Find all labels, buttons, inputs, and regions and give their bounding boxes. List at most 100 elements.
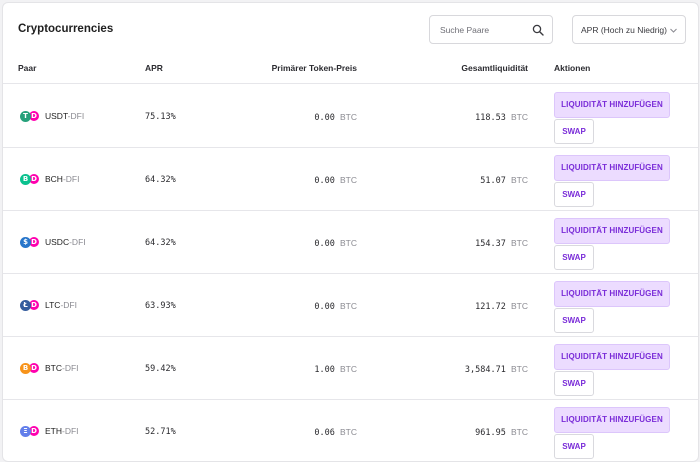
column-header-apr: APR (145, 63, 163, 73)
add-liquidity-button[interactable]: LIQUIDITÄT HINZUFÜGEN (554, 155, 670, 181)
price-cell: 1.00 BTC (314, 364, 357, 375)
panel-header: Cryptocurrencies Suche Paare APR (Hoch z… (3, 3, 698, 57)
pair-cell: B D BTC-DFI (20, 362, 79, 374)
swap-button[interactable]: SWAP (554, 245, 594, 270)
pair-quote: -DFI (67, 111, 85, 121)
pair-quote: -DFI (62, 426, 79, 436)
apr-value: 59.42% (145, 364, 176, 374)
token-coin-icon: B (20, 173, 31, 185)
swap-button[interactable]: SWAP (554, 434, 594, 459)
pair-cell: B D BCH-DFI (20, 173, 79, 185)
add-liquidity-button[interactable]: LIQUIDITÄT HINZUFÜGEN (554, 344, 670, 370)
pair-label: BTC-DFI (45, 363, 79, 373)
column-header-actions: Aktionen (554, 63, 591, 73)
swap-button[interactable]: SWAP (554, 308, 594, 333)
price-value: 0.06 (314, 428, 335, 438)
price-value: 0.00 (314, 239, 335, 249)
swap-button[interactable]: SWAP (554, 371, 594, 396)
liquidity-cell: 961.95 BTC (475, 427, 528, 438)
liquidity-cell: 121.72 BTC (475, 301, 528, 312)
liquidity-cell: 51.07 BTC (480, 175, 528, 186)
pair-cell: T D USDT-DFI (20, 110, 84, 122)
pair-token: LTC (45, 300, 61, 310)
price-unit: BTC (340, 238, 357, 248)
column-header-price: Primärer Token-Preis (271, 63, 357, 73)
liquidity-value: 121.72 (475, 302, 506, 312)
sort-selected-value: APR (Hoch zu Niedrig) (581, 25, 667, 35)
pair-label: USDT-DFI (45, 111, 84, 121)
pair-label: LTC-DFI (45, 300, 77, 310)
search-input[interactable]: Suche Paare (429, 15, 553, 44)
liquidity-cell: 118.53 BTC (475, 112, 528, 123)
add-liquidity-button[interactable]: LIQUIDITÄT HINZUFÜGEN (554, 407, 670, 433)
apr-value: 63.93% (145, 301, 176, 311)
liquidity-unit: BTC (511, 301, 528, 311)
column-header-liquidity: Gesamtliquidität (461, 63, 528, 73)
pair-token: BTC (45, 363, 62, 373)
liquidity-value: 961.95 (475, 428, 506, 438)
apr-value: 52.71% (145, 427, 176, 437)
price-unit: BTC (340, 112, 357, 122)
apr-value: 75.13% (145, 112, 176, 122)
pool-pairs-panel: Cryptocurrencies Suche Paare APR (Hoch z… (2, 2, 699, 462)
liquidity-cell: 154.37 BTC (475, 238, 528, 249)
column-header-pair: Paar (18, 63, 37, 73)
apr-value: 64.32% (145, 238, 176, 248)
table-row: Ł D LTC-DFI 63.93% 0.00 BTC 121.72 BTC L… (3, 274, 698, 337)
price-value: 0.00 (314, 302, 335, 312)
pair-token: BCH (45, 174, 63, 184)
pair-cell: $ D USDC-DFI (20, 236, 86, 248)
pair-label: ETH-DFI (45, 426, 79, 436)
price-cell: 0.00 BTC (314, 238, 357, 249)
liquidity-unit: BTC (511, 427, 528, 437)
token-coin-icon: B (20, 362, 31, 374)
swap-button[interactable]: SWAP (554, 182, 594, 207)
pair-quote: -DFI (69, 237, 86, 247)
pair-quote: -DFI (60, 300, 77, 310)
table-row: B D BTC-DFI 59.42% 1.00 BTC 3,584.71 BTC… (3, 337, 698, 400)
liquidity-unit: BTC (511, 238, 528, 248)
search-placeholder: Suche Paare (440, 25, 490, 35)
table-row: $ D USDC-DFI 64.32% 0.00 BTC 154.37 BTC … (3, 211, 698, 274)
pair-token: USDC (45, 237, 70, 247)
token-coin-icon: Ξ (20, 425, 31, 437)
liquidity-unit: BTC (511, 364, 528, 374)
price-unit: BTC (340, 364, 357, 374)
table-header: Paar APR Primärer Token-Preis Gesamtliqu… (3, 57, 698, 84)
pair-label: USDC-DFI (45, 237, 86, 247)
add-liquidity-button[interactable]: LIQUIDITÄT HINZUFÜGEN (554, 218, 670, 244)
chevron-down-icon (670, 28, 677, 33)
add-liquidity-button[interactable]: LIQUIDITÄT HINZUFÜGEN (554, 92, 670, 118)
token-coin-icon: Ł (20, 299, 31, 311)
price-value: 1.00 (314, 365, 335, 375)
pair-token: USDT (45, 111, 68, 121)
token-coin-icon: T (20, 110, 31, 122)
liquidity-cell: 3,584.71 BTC (465, 364, 528, 375)
pair-quote: -DFI (62, 174, 80, 184)
pair-cell: Ł D LTC-DFI (20, 299, 77, 311)
pair-quote: -DFI (62, 363, 79, 373)
table-row: T D USDT-DFI 75.13% 0.00 BTC 118.53 BTC … (3, 85, 698, 148)
search-icon[interactable] (532, 24, 544, 36)
price-unit: BTC (340, 175, 357, 185)
token-coin-icon: $ (20, 236, 31, 248)
table-row: Ξ D ETH-DFI 52.71% 0.06 BTC 961.95 BTC L… (3, 400, 698, 461)
pair-cell: Ξ D ETH-DFI (20, 425, 79, 437)
swap-button[interactable]: SWAP (554, 119, 594, 144)
pair-label: BCH-DFI (45, 174, 79, 184)
liquidity-value: 3,584.71 (464, 365, 506, 375)
sort-select[interactable]: APR (Hoch zu Niedrig) (572, 15, 686, 44)
liquidity-unit: BTC (511, 175, 528, 185)
price-cell: 0.06 BTC (314, 427, 357, 438)
liquidity-value: 118.53 (475, 113, 506, 123)
price-unit: BTC (340, 427, 357, 437)
liquidity-value: 51.07 (480, 176, 506, 186)
table-row: B D BCH-DFI 64.32% 0.00 BTC 51.07 BTC LI… (3, 148, 698, 211)
price-value: 0.00 (314, 176, 335, 186)
pair-token: ETH (45, 426, 62, 436)
liquidity-value: 154.37 (475, 239, 506, 249)
add-liquidity-button[interactable]: LIQUIDITÄT HINZUFÜGEN (554, 281, 670, 307)
price-cell: 0.00 BTC (314, 175, 357, 186)
page-title: Cryptocurrencies (18, 23, 114, 35)
liquidity-unit: BTC (511, 112, 528, 122)
